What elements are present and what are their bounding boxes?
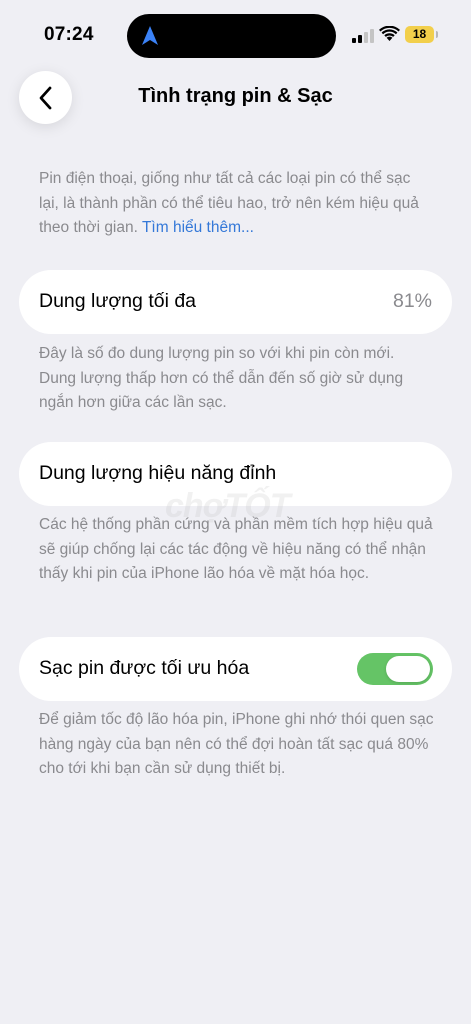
optimized-charging-toggle[interactable] [357,653,433,685]
learn-more-link[interactable]: Tìm hiểu thêm... [142,219,254,236]
page-title: Tình trạng pin & Sạc [138,85,333,107]
status-bar: 07:24 18 [0,0,471,70]
wifi-icon [379,26,400,41]
optimized-charging-row: Sạc pin được tối ưu hóa [19,637,452,701]
toggle-knob [386,656,430,682]
optimized-charging-description: Để giảm tốc độ lão hóa pin, iPhone ghi n… [39,711,434,777]
max-capacity-description: Đây là số đo dung lượng pin so với khi p… [39,345,404,411]
dynamic-island [127,14,336,58]
max-capacity-label: Dung lượng tối đa [39,290,197,312]
intro-note: Pin điện thoại, giống như tất cả các loạ… [39,167,434,241]
peak-performance-label: Dung lượng hiệu năng đỉnh [39,462,277,484]
navigation-arrow-icon [142,26,158,45]
battery-icon: 18 [405,26,438,43]
peak-performance-description: Các hệ thống phần cứng và phần mềm tích … [39,516,433,582]
status-time: 07:24 [44,24,94,45]
max-capacity-row: Dung lượng tối đa 81% [19,270,452,334]
cellular-signal-icon [352,27,374,43]
max-capacity-value: 81% [392,290,432,312]
optimized-charging-label: Sạc pin được tối ưu hóa [39,657,250,679]
